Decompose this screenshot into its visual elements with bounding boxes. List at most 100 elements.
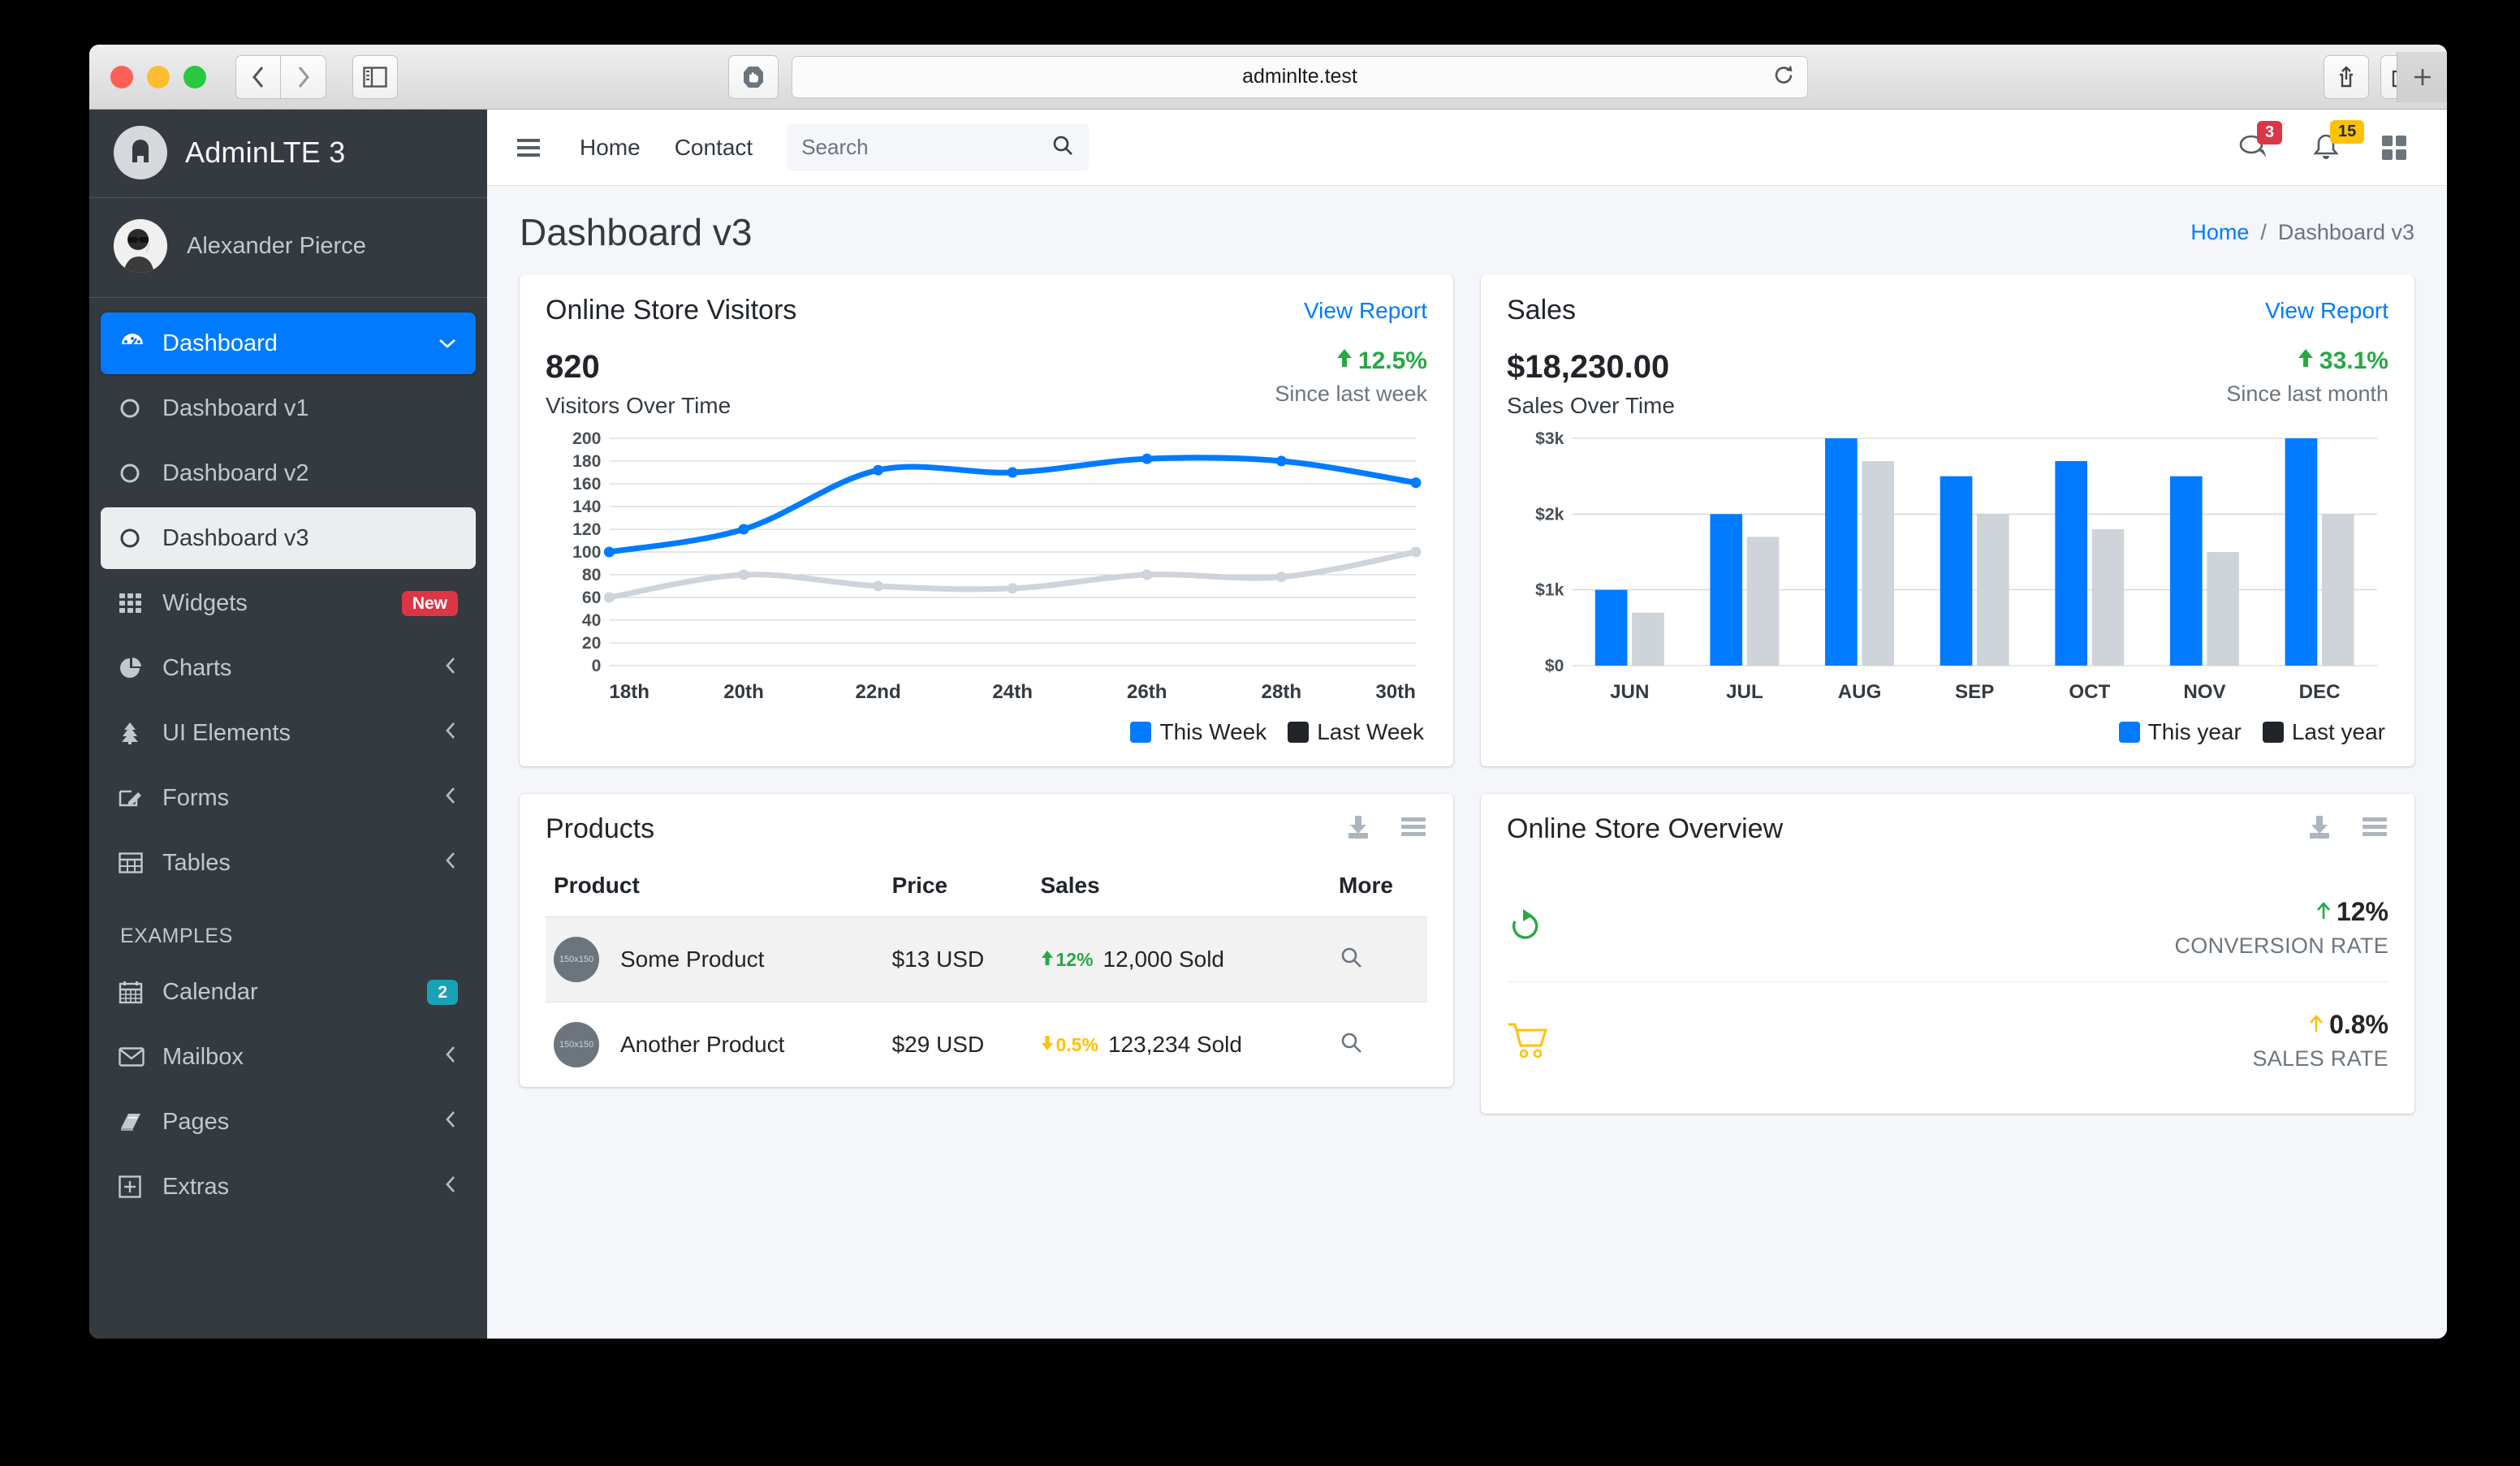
search-icon[interactable] <box>1051 134 1074 161</box>
search-input[interactable] <box>801 135 1052 160</box>
bell-icon[interactable]: 15 <box>2312 119 2365 162</box>
tachometer-icon <box>119 330 162 357</box>
navbar-link-contact[interactable]: Contact <box>675 135 753 161</box>
svg-text:DEC: DEC <box>2299 681 2341 703</box>
chevron-left-icon[interactable] <box>443 1109 458 1136</box>
book-icon <box>119 1111 162 1132</box>
close-window-button[interactable] <box>110 65 133 88</box>
download-icon[interactable] <box>1344 813 1372 845</box>
sales-bar-chart: $0 $1k $2k $3k JUN JUL AUG SEP OCT NOV DEC <box>1507 429 2388 708</box>
products-table: Product Price Sales More 150x150 Some Pr… <box>546 861 1427 1087</box>
avatar <box>114 219 167 273</box>
url-bar[interactable]: adminlte.test <box>792 55 1808 98</box>
share-icon[interactable] <box>2324 54 2369 99</box>
overview-conversion-value: 12% <box>2174 897 2388 927</box>
search-icon[interactable] <box>1339 1033 1363 1059</box>
visitors-card-body: 820 Visitors Over Time 12.5% Since last … <box>520 343 1453 766</box>
breadcrumb-home[interactable]: Home <box>2190 220 2249 245</box>
download-icon[interactable] <box>2306 813 2333 845</box>
products-card-body: Product Price Sales More 150x150 Some Pr… <box>520 861 1453 1087</box>
table-row[interactable]: 150x150 Some Product $13 USD 12% 12,000 … <box>546 916 1427 1002</box>
envelope-icon <box>119 1047 162 1067</box>
svg-text:80: 80 <box>582 566 601 584</box>
sidebar-item-pages[interactable]: Pages <box>101 1091 476 1153</box>
browser-toolbar-right <box>2324 51 2447 102</box>
sidebar-item-label: Dashboard v1 <box>162 395 309 421</box>
brand-text: AdminLTE 3 <box>185 136 346 169</box>
overview-sales-rate-pct: 0.8% <box>2329 1010 2388 1039</box>
visitors-change: 12.5% <box>1275 347 1427 375</box>
reload-icon[interactable] <box>1771 63 1796 91</box>
sidebar-item-label: Widgets <box>162 589 248 616</box>
sidebar-item-forms[interactable]: Forms <box>101 767 476 829</box>
sidebar-item-ui-elements[interactable]: UI Elements <box>101 702 476 764</box>
sidebar-panel-button[interactable] <box>352 54 398 99</box>
chevron-left-icon[interactable] <box>443 785 458 812</box>
sales-view-report-link[interactable]: View Report <box>2265 298 2388 324</box>
adminlte-logo-icon <box>114 126 167 179</box>
bars-icon[interactable] <box>2361 816 2388 843</box>
sales-change-period: Since last month <box>2226 382 2388 406</box>
forward-button[interactable] <box>281 54 326 99</box>
browser-titlebar: adminlte.test <box>89 45 2447 110</box>
cards-row-1: Online Store Visitors View Report 820 Vi… <box>520 275 2414 1141</box>
sidebar-item-dashboard-v1[interactable]: Dashboard v1 <box>101 377 476 439</box>
back-button[interactable] <box>235 54 281 99</box>
chevron-left-icon[interactable] <box>443 1044 458 1071</box>
chevron-left-icon[interactable] <box>443 655 458 682</box>
svg-text:$3k: $3k <box>1535 432 1564 448</box>
chevron-left-icon[interactable] <box>443 1174 458 1201</box>
sidebar-item-dashboard-v3[interactable]: Dashboard v3 <box>101 507 476 569</box>
browser-window: adminlte.test AdminLTE 3 Alexander Pierc… <box>89 45 2447 1339</box>
table-row[interactable]: 150x150 Another Product $29 USD 0.5% 123… <box>546 1002 1427 1087</box>
svg-text:18th: 18th <box>609 681 649 703</box>
chevron-down-icon[interactable] <box>437 331 458 356</box>
svg-text:JUL: JUL <box>1726 681 1763 703</box>
search-icon[interactable] <box>1339 947 1363 974</box>
sidebar-item-calendar[interactable]: Calendar 2 <box>101 961 476 1023</box>
adblock-shield-icon[interactable] <box>728 54 779 99</box>
overview-sales-rate-label: SALES RATE <box>2252 1046 2388 1071</box>
comments-icon[interactable]: 3 <box>2239 120 2283 162</box>
legend-swatch <box>2118 722 2140 743</box>
chevron-left-icon[interactable] <box>443 720 458 747</box>
sidebar-item-label: Charts <box>162 654 232 681</box>
sales-change-pct: 12% <box>1055 948 1094 970</box>
visitors-value: 820 <box>546 349 600 385</box>
arrow-up-icon <box>1041 949 1054 971</box>
user-panel[interactable]: Alexander Pierce <box>89 198 487 298</box>
cell-sales: 12% 12,000 Sold <box>1032 916 1331 1002</box>
sidebar-item-dashboard-v2[interactable]: Dashboard v2 <box>101 442 476 504</box>
visitors-view-report-link[interactable]: View Report <box>1304 298 1427 324</box>
arrow-up-icon <box>2297 347 2315 375</box>
new-tab-button[interactable] <box>2397 51 2447 102</box>
table-icon <box>119 852 162 873</box>
minimize-window-button[interactable] <box>147 65 170 88</box>
sidebar-item-widgets[interactable]: Widgets New <box>101 572 476 634</box>
maximize-window-button[interactable] <box>183 65 206 88</box>
overview-card-body: 12% CONVERSION RATE 0.8% SALES RATE <box>1481 861 2414 1114</box>
sidebar-item-mailbox[interactable]: Mailbox <box>101 1026 476 1088</box>
sidebar-item-label: Extras <box>162 1173 230 1200</box>
sidebar-item-label: Dashboard v3 <box>162 524 309 551</box>
th-large-icon[interactable] <box>2380 134 2408 162</box>
overview-conversion-pct: 12% <box>2336 897 2388 926</box>
nav-buttons <box>235 54 326 99</box>
sidebar-item-tables[interactable]: Tables <box>101 832 476 894</box>
content-body: Online Store Visitors View Report 820 Vi… <box>487 275 2447 1339</box>
svg-text:160: 160 <box>572 475 601 494</box>
brand[interactable]: AdminLTE 3 <box>89 110 487 198</box>
sidebar-item-extras[interactable]: Extras <box>101 1156 476 1218</box>
sidebar-section-examples: EXAMPLES <box>120 925 233 947</box>
navbar-link-home[interactable]: Home <box>580 135 641 161</box>
bars-icon[interactable] <box>1400 816 1427 843</box>
hamburger-icon[interactable] <box>515 137 542 158</box>
sidebar-item-label: Calendar <box>162 978 258 1005</box>
sidebar-item-charts[interactable]: Charts <box>101 637 476 699</box>
sales-chart-legend: This year Last year <box>1507 708 2388 747</box>
shopping-cart-icon <box>1507 1021 1564 1060</box>
sidebar-item-dashboard[interactable]: Dashboard <box>101 313 476 374</box>
chevron-left-icon[interactable] <box>443 850 458 877</box>
search-box[interactable] <box>787 123 1090 171</box>
breadcrumb: Home / Dashboard v3 <box>2190 220 2414 245</box>
